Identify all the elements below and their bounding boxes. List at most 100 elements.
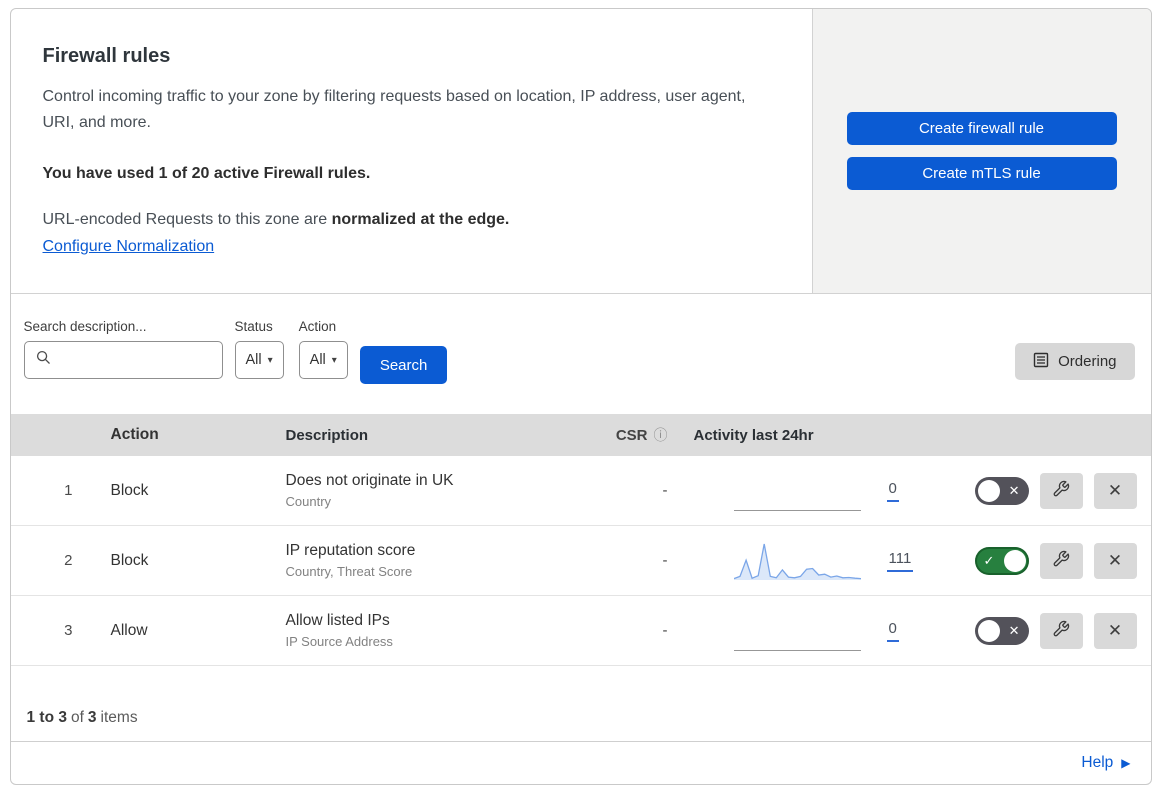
activity-count-link[interactable]: 0	[886, 480, 899, 502]
table-header: Action Description CSR ⓘ Activity last 2…	[10, 414, 1151, 456]
firewall-rules-panel: Firewall rules Control incoming traffic …	[9, 8, 1152, 785]
search-group: Search description...	[23, 319, 223, 379]
info-icon[interactable]: ⓘ	[654, 425, 668, 445]
toggle-knob	[977, 619, 1000, 642]
status-select[interactable]: All ▾	[234, 341, 284, 379]
search-input[interactable]	[58, 352, 222, 368]
rule-description-cell: Does not originate in UK Country	[286, 472, 601, 509]
delete-rule-button[interactable]: ✕	[1093, 612, 1137, 649]
close-icon: ✕	[1107, 480, 1123, 500]
wrench-icon	[1052, 550, 1070, 571]
items-range: 1 to 3	[26, 708, 67, 726]
search-field[interactable]	[23, 341, 223, 379]
delete-rule-button[interactable]: ✕	[1093, 542, 1137, 579]
normalization-note: URL-encoded Requests to this zone are no…	[43, 211, 764, 229]
edit-rule-button[interactable]	[1039, 472, 1083, 509]
header-section: Firewall rules Control incoming traffic …	[10, 9, 1151, 294]
csr-value: -	[662, 482, 668, 499]
chevron-down-icon: ▾	[331, 354, 337, 366]
create-mtls-rule-button[interactable]: Create mTLS rule	[846, 157, 1117, 190]
edit-rule-button[interactable]	[1039, 612, 1083, 649]
rule-criteria: Country, Threat Score	[285, 564, 413, 579]
row-controls: ✓ ✕ ✕	[974, 472, 1151, 509]
rule-criteria: IP Source Address	[285, 634, 393, 649]
status-label: Status	[234, 319, 273, 334]
action-filter-group: Action All ▾	[298, 319, 348, 379]
activity-count-link[interactable]: 0	[886, 620, 899, 642]
rule-enabled-toggle[interactable]: ✓ ✕	[974, 546, 1029, 575]
action-select[interactable]: All ▾	[298, 341, 348, 379]
csr-label: CSR	[615, 426, 648, 444]
header-text-area: Firewall rules Control incoming traffic …	[11, 9, 813, 293]
actions-panel: Create firewall rule Create mTLS rule	[812, 9, 1151, 293]
rule-action: Block	[110, 481, 149, 499]
edit-rule-button[interactable]	[1039, 542, 1083, 579]
activity-sparkline-flat	[733, 471, 861, 511]
rule-enabled-toggle[interactable]: ✓ ✕	[974, 476, 1029, 505]
search-label: Search description...	[23, 319, 147, 334]
rule-number: 1	[64, 482, 73, 499]
normalization-prefix: URL-encoded Requests to this zone are	[42, 210, 332, 228]
search-icon	[36, 350, 51, 370]
delete-rule-button[interactable]: ✕	[1093, 472, 1137, 509]
table-row: 2 Block IP reputation score Country, Thr…	[10, 526, 1151, 596]
x-icon: ✕	[1008, 482, 1020, 498]
pagination-summary: 1 to 3 of 3 items	[10, 694, 1151, 742]
ordering-button[interactable]: Ordering	[1015, 343, 1135, 380]
usage-summary: You have used 1 of 20 active Firewall ru…	[42, 164, 371, 182]
csr-value: -	[662, 622, 668, 639]
search-button[interactable]: Search	[359, 346, 448, 384]
rule-action: Block	[110, 551, 149, 569]
check-icon: ✓	[983, 552, 995, 568]
row-controls: ✓ ✕ ✕	[974, 612, 1151, 649]
ordering-list-icon	[1033, 352, 1049, 372]
activity-cell: 0 ✓ ✕ ✕	[681, 596, 1151, 665]
close-icon: ✕	[1107, 550, 1123, 570]
items-label: items	[100, 708, 138, 726]
csr-value: -	[662, 552, 668, 569]
action-label: Action	[298, 319, 337, 334]
close-icon: ✕	[1107, 620, 1123, 640]
wrench-icon	[1052, 480, 1070, 501]
rule-number: 3	[64, 622, 73, 639]
rule-enabled-toggle[interactable]: ✓ ✕	[974, 616, 1029, 645]
x-icon: ✕	[1008, 622, 1020, 638]
toggle-knob	[977, 479, 1000, 502]
table-bottom-spacer	[11, 666, 1151, 694]
activity-sparkline-flat	[733, 611, 861, 651]
column-action: Action	[110, 426, 159, 443]
activity-cell: 111 ✓ ✕ ✕	[681, 526, 1151, 595]
help-label: Help	[1081, 754, 1114, 771]
activity-sparkline-chart	[733, 540, 861, 582]
rule-description-cell: IP reputation score Country, Threat Scor…	[286, 542, 601, 579]
ordering-label: Ordering	[1058, 353, 1117, 370]
column-description: Description	[285, 426, 369, 444]
help-link[interactable]: Help ▶	[1081, 754, 1130, 772]
help-bar: Help ▶	[11, 742, 1151, 784]
rule-description: IP reputation score	[285, 542, 416, 559]
rule-number: 2	[64, 552, 73, 569]
configure-normalization-link[interactable]: Configure Normalization	[43, 238, 215, 256]
row-controls: ✓ ✕ ✕	[974, 542, 1151, 579]
column-activity: Activity last 24hr	[693, 426, 814, 444]
page-description: Control incoming traffic to your zone by…	[42, 88, 746, 132]
items-of: of	[70, 708, 84, 726]
status-filter-group: Status All ▾	[234, 319, 284, 379]
arrow-right-icon: ▶	[1121, 756, 1131, 770]
activity-count-link[interactable]: 111	[886, 550, 914, 572]
chevron-down-icon: ▾	[267, 354, 273, 366]
filter-bar: Search description... Status All ▾ Actio…	[11, 294, 1151, 414]
wrench-icon	[1052, 620, 1070, 641]
toggle-knob	[1003, 549, 1026, 572]
table-row: 1 Block Does not originate in UK Country…	[10, 456, 1151, 526]
rule-description: Allow listed IPs	[285, 612, 390, 629]
items-total: 3	[87, 708, 97, 726]
column-csr: CSR ⓘ	[601, 425, 681, 445]
status-value: All	[245, 352, 262, 368]
activity-cell: 0 ✓ ✕ ✕	[681, 456, 1151, 525]
create-firewall-rule-button[interactable]: Create firewall rule	[846, 112, 1117, 145]
table-row: 3 Allow Allow listed IPs IP Source Addre…	[10, 596, 1151, 666]
rule-criteria: Country	[285, 494, 332, 509]
rule-description-cell: Allow listed IPs IP Source Address	[286, 612, 601, 649]
rule-action: Allow	[110, 621, 148, 639]
